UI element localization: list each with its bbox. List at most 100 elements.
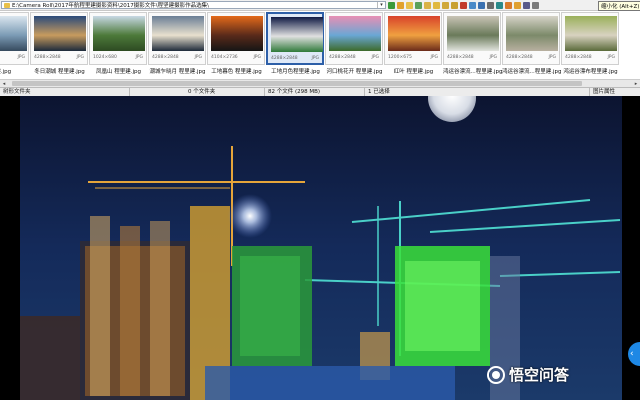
image-icon[interactable]	[505, 1, 512, 9]
thumbnail-caption: 工地暮色 程里建.jpg	[211, 69, 262, 75]
thumbnail-image[interactable]	[565, 16, 617, 51]
thumbnail-item[interactable]: 4288×2848 JPG 冬日潮城 程里建.jpg	[30, 12, 89, 82]
building-far-left	[20, 316, 80, 400]
copy-icon[interactable]	[442, 1, 449, 9]
forward-icon[interactable]	[397, 1, 404, 9]
preview-image	[0, 96, 640, 400]
thumbnail-frame[interactable]: 1024×680 JPG	[89, 12, 147, 65]
thumbnail-image[interactable]	[506, 16, 558, 51]
folder-icon	[4, 2, 10, 8]
wukong-logo-icon	[487, 365, 505, 384]
path-text: E:\Camera Roll\2017年航程里建摄影资料\2017摄影文件\程坚…	[12, 3, 209, 9]
thumbnail-dimensions: 4288×2848	[152, 55, 179, 60]
thumbnail-ext: JPG	[371, 55, 379, 60]
thumbnail-frame[interactable]: 4288×2848 JPG	[148, 12, 206, 65]
thumbnail-frame[interactable]: 1200×675 JPG	[384, 12, 442, 65]
mail-icon[interactable]	[514, 1, 521, 9]
thumbnail-ext: JPG	[194, 55, 202, 60]
thumbnail-dimensions: 4288×2848	[447, 55, 474, 60]
thumbnail-item[interactable]: 4288×2848 JPG 工地月色程里建.jpg	[266, 12, 325, 82]
tooltip: 缩小化 (Alt+Z)	[598, 1, 640, 11]
thumbnail-item[interactable]: 4288×2848 JPG 河口桃花开 程里建.jpg	[325, 12, 384, 82]
thumbnail-item[interactable]: 4104×2736 JPG 工地暮色 程里建.jpg	[207, 12, 266, 82]
thumbnail-item[interactable]: 4288×2848 JPG 潮城乍晓月 程里建.jpg	[148, 12, 207, 82]
thumbnail-caption: 河口桃花开 程里建.jpg	[326, 69, 383, 75]
thumbnail-dimensions: 1024×680	[93, 55, 117, 60]
thumbnail-frame[interactable]: 4288×2848 JPG	[325, 12, 383, 65]
thumbnail-item[interactable]: JPG 里建.jpg	[0, 12, 30, 82]
back-icon[interactable]	[388, 1, 395, 9]
thumbnail-caption: 工地月色程里建.jpg	[271, 69, 320, 75]
thumbnail-caption: 鸿运谷漂流...程里建.jpg	[502, 69, 561, 75]
image-viewer[interactable]	[0, 96, 640, 400]
thumbnail-caption: 潮城乍晓月 程里建.jpg	[149, 69, 206, 75]
thumbnail-ext: JPG	[548, 55, 556, 60]
scrollbar-thumb[interactable]	[12, 81, 582, 86]
toolbar-icons	[388, 1, 541, 9]
thumbnail-ext: JPG	[253, 55, 261, 60]
filter-icon[interactable]	[469, 1, 476, 9]
thumbnail-ext: JPG	[430, 55, 438, 60]
thumbnail-frame[interactable]: 4288×2848 JPG	[443, 12, 501, 65]
view-icon[interactable]	[478, 1, 485, 9]
thumbnail-strip[interactable]: JPG 里建.jpg 4288×2848 JPG 冬日潮城 程里建.jpg 1024×68…	[0, 11, 640, 87]
thumbnail-frame[interactable]: 4288×2848 JPG	[266, 12, 324, 65]
thumbnail-item[interactable]: 4288×2848 JPG 鸿运谷漂流...程里建.jpg	[502, 12, 561, 82]
thumbnail-image[interactable]	[388, 16, 440, 51]
thumbnail-ext: JPG	[311, 56, 319, 61]
delete-icon[interactable]	[460, 1, 467, 9]
status-viewer: 图片属性	[593, 89, 616, 95]
thumbnail-image[interactable]	[271, 17, 323, 52]
chevron-down-icon[interactable]: ▾	[377, 2, 385, 8]
thumbnail-item[interactable]: 4288×2848 JPG 鸿运谷漂流...程里建.jpg	[443, 12, 502, 82]
folder-icon[interactable]	[424, 1, 431, 9]
thumbnail-image[interactable]	[0, 16, 27, 51]
print-icon[interactable]	[523, 1, 530, 9]
thumbnail-image[interactable]	[152, 16, 204, 51]
watermark: 悟空问答	[487, 364, 569, 385]
thumbnail-frame[interactable]: 4288×2848 JPG	[561, 12, 619, 65]
thumbnail-dimensions: 4288×2848	[565, 55, 592, 60]
up-folder-icon[interactable]	[406, 1, 413, 9]
thumbnail-item[interactable]: 1024×680 JPG 凤凰山 程里建.jpg	[89, 12, 148, 82]
thumbnail-item[interactable]: 1200×675 JPG 红叶 程里建.jpg	[384, 12, 443, 82]
blue-fence	[205, 366, 455, 400]
thumbnail-caption: 红叶 程里建.jpg	[393, 69, 434, 75]
move-icon[interactable]	[451, 1, 458, 9]
spotlight-flare	[228, 194, 272, 238]
thumbnail-frame[interactable]: JPG	[0, 12, 29, 65]
thumbnail-dimensions: 4288×2848	[506, 55, 533, 60]
thumbnail-image[interactable]	[211, 16, 263, 51]
sort-icon[interactable]	[487, 1, 494, 9]
thumbnail-image[interactable]	[447, 16, 499, 51]
thumbnail-image[interactable]	[329, 16, 381, 51]
status-selected: 1 已选择	[365, 88, 590, 96]
thumbnail-caption: 里建.jpg	[0, 69, 12, 75]
status-folders: 0 个文件夹	[185, 88, 265, 96]
status-files: 82 个文件 (298 MB)	[265, 88, 365, 96]
thumbnail-frame[interactable]: 4104×2736 JPG	[207, 12, 265, 65]
new-folder-icon[interactable]	[433, 1, 440, 9]
thumbnail-item[interactable]: 4288×2848 JPG 鸿运谷漂布程里建.jpg	[561, 12, 620, 82]
path-input[interactable]: E:\Camera Roll\2017年航程里建摄影资料\2017摄影文件\程坚…	[1, 1, 386, 9]
thumbnail-ext: JPG	[489, 55, 497, 60]
thumbnail-dimensions: 4288×2848	[271, 56, 298, 61]
thumbnail-image[interactable]	[34, 16, 86, 51]
thumbnail-ext: JPG	[135, 55, 143, 60]
thumbnail-caption: 凤凰山 程里建.jpg	[95, 69, 141, 75]
thumbnail-frame[interactable]: 4288×2848 JPG	[30, 12, 88, 65]
slideshow-icon[interactable]	[496, 1, 503, 9]
refresh-icon[interactable]	[415, 1, 422, 9]
building-left	[80, 216, 190, 400]
settings-icon[interactable]	[532, 1, 539, 9]
status-tree[interactable]: 树形文件夹	[0, 88, 130, 96]
thumbnail-frame[interactable]: 4288×2848 JPG	[502, 12, 560, 65]
thumbnail-dimensions: 1200×675	[388, 55, 412, 60]
thumbnail-ext: JPG	[17, 55, 25, 60]
thumbnail-ext: JPG	[607, 55, 615, 60]
thumbnail-dimensions: 4288×2848	[34, 55, 61, 60]
thumbnail-image[interactable]	[93, 16, 145, 51]
thumbnail-caption: 冬日潮城 程里建.jpg	[34, 69, 85, 75]
thumbnail-dimensions: 4288×2848	[329, 55, 356, 60]
thumbnail-caption: 鸿运谷漂流...程里建.jpg	[443, 69, 502, 75]
